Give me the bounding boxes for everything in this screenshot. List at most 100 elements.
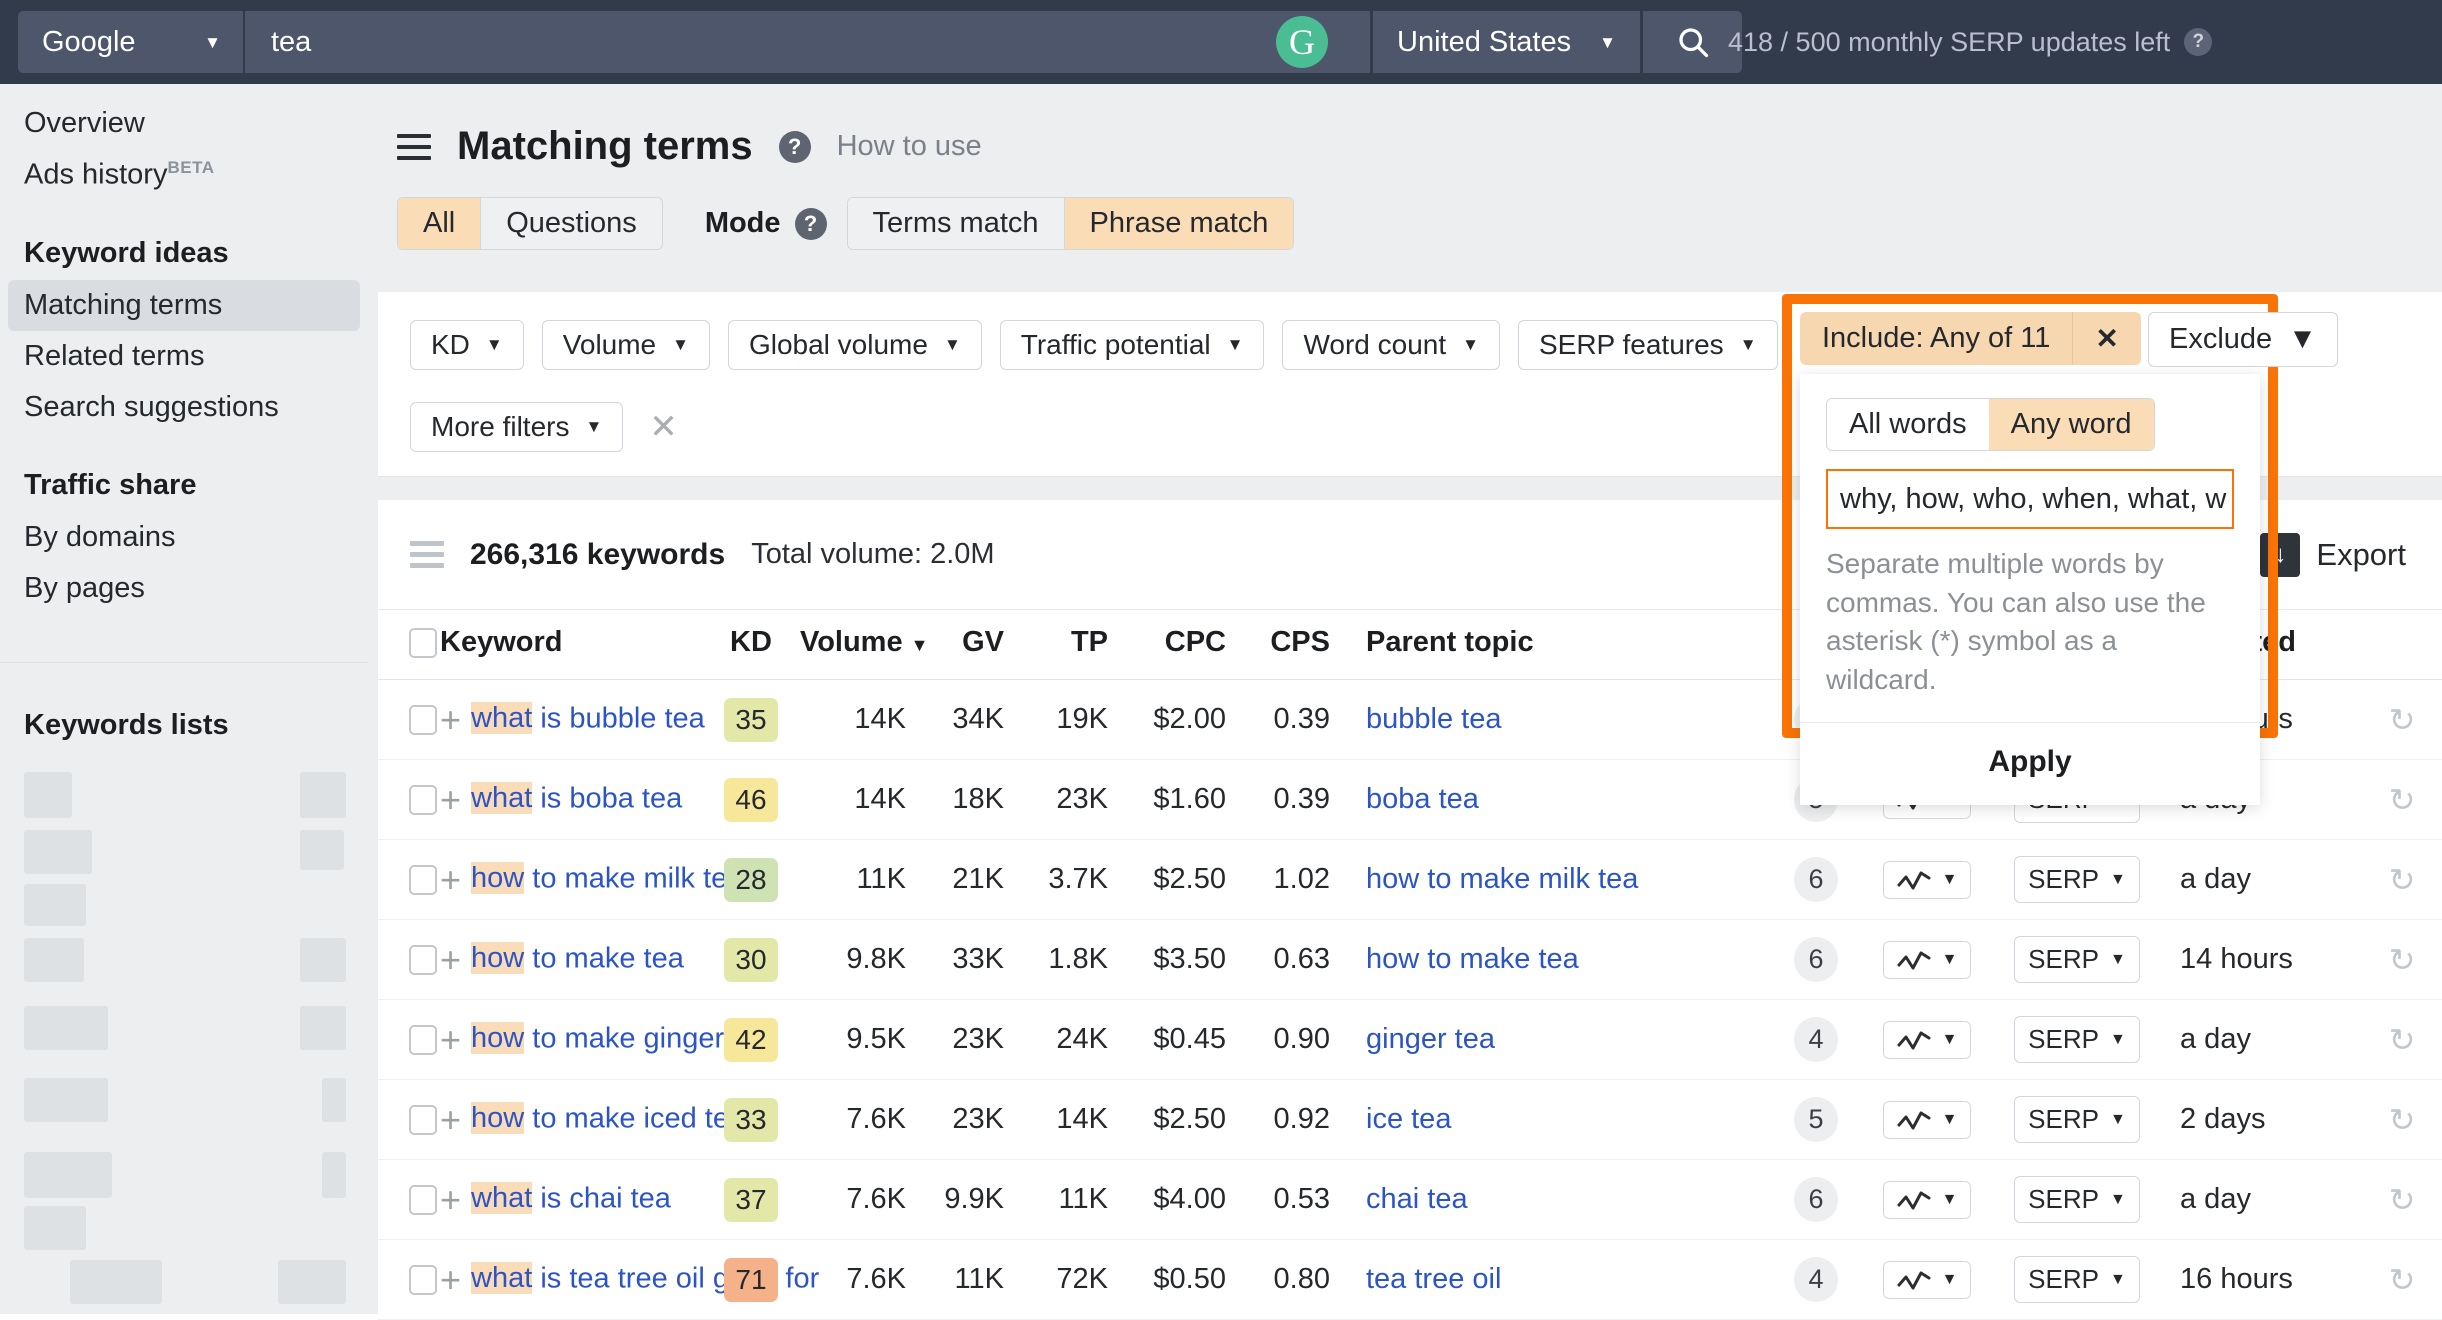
grammarly-icon[interactable]: G <box>1276 16 1328 68</box>
help-icon[interactable]: ? <box>779 131 811 163</box>
menu-icon[interactable] <box>397 134 431 160</box>
add-keyword-icon[interactable]: + <box>440 1262 461 1298</box>
include-words-input[interactable]: why, how, who, when, what, w <box>1826 469 2234 529</box>
parent-topic-link[interactable]: bubble tea <box>1366 703 1501 735</box>
parent-topic-link[interactable]: ice tea <box>1366 1103 1451 1135</box>
row-checkbox[interactable] <box>409 1185 437 1215</box>
sidebar-item-by-domains[interactable]: By domains <box>8 512 360 563</box>
parent-topic-link[interactable]: tea tree oil <box>1366 1263 1501 1295</box>
keyword-link[interactable]: what is boba tea <box>471 782 682 814</box>
serp-button[interactable]: SERP▼ <box>2014 1096 2140 1143</box>
keyword-link[interactable]: what is bubble tea <box>471 702 705 734</box>
filter-serp-features[interactable]: SERP features▼ <box>1518 320 1778 370</box>
refresh-icon[interactable]: ↻ <box>2389 862 2416 898</box>
trend-button[interactable]: ▼ <box>1883 941 1972 979</box>
col-tp[interactable]: TP <box>1014 610 1118 680</box>
refresh-icon[interactable]: ↻ <box>2389 1022 2416 1058</box>
col-keyword[interactable]: Keyword <box>440 610 702 680</box>
parent-topic-link[interactable]: chai tea <box>1366 1183 1468 1215</box>
keyword-link[interactable]: how to make iced tea <box>471 1102 745 1134</box>
refresh-icon[interactable]: ↻ <box>2389 1182 2416 1218</box>
filter-more-filters[interactable]: More filters▼ <box>410 402 623 452</box>
filter-volume[interactable]: Volume▼ <box>542 320 710 370</box>
col-cps[interactable]: CPS <box>1236 610 1340 680</box>
serp-button[interactable]: SERP▼ <box>2014 1176 2140 1223</box>
table-row[interactable]: +what is tea tree oil good for717.6K11K7… <box>378 1240 2442 1320</box>
parent-topic-link[interactable]: boba tea <box>1366 783 1479 815</box>
serp-button[interactable]: SERP▼ <box>2014 856 2140 903</box>
add-keyword-icon[interactable]: + <box>440 1022 461 1058</box>
col-kd[interactable]: KD <box>702 610 800 680</box>
table-row[interactable]: +how to make milk tea2811K21K3.7K$2.501.… <box>378 840 2442 920</box>
trend-button[interactable]: ▼ <box>1883 1101 1972 1139</box>
filter-kd[interactable]: KD▼ <box>410 320 524 370</box>
sidebar-item-related-terms[interactable]: Related terms <box>8 331 360 382</box>
serp-button[interactable]: SERP▼ <box>2014 1256 2140 1303</box>
col-volume[interactable]: Volume▼ <box>800 610 918 680</box>
parent-topic-link[interactable]: how to make milk tea <box>1366 863 1638 895</box>
col-parent-topic[interactable]: Parent topic <box>1340 610 1770 680</box>
add-keyword-icon[interactable]: + <box>440 702 461 738</box>
filter-traffic-potential[interactable]: Traffic potential▼ <box>1000 320 1265 370</box>
option-all-words[interactable]: All words <box>1827 399 1989 450</box>
sidebar-item-by-pages[interactable]: By pages <box>8 563 360 614</box>
trend-button[interactable]: ▼ <box>1883 1261 1972 1299</box>
sidebar-item-search-suggestions[interactable]: Search suggestions <box>8 382 360 433</box>
table-row[interactable]: +what is chai tea377.6K9.9K11K$4.000.53c… <box>378 1160 2442 1240</box>
filter-exclude[interactable]: Exclude ▼ <box>2148 312 2338 367</box>
tab-phrase-match[interactable]: Phrase match <box>1065 198 1294 249</box>
filter-word-count[interactable]: Word count▼ <box>1282 320 1500 370</box>
parent-topic-link[interactable]: ginger tea <box>1366 1023 1495 1055</box>
sidebar-item-overview[interactable]: Overview <box>8 98 360 149</box>
keyword-link[interactable]: what is chai tea <box>471 1182 671 1214</box>
table-row[interactable]: +how to make ginger tea429.5K23K24K$0.45… <box>378 1000 2442 1080</box>
col-cpc[interactable]: CPC <box>1118 610 1236 680</box>
row-checkbox[interactable] <box>409 1025 437 1055</box>
row-checkbox[interactable] <box>409 865 437 895</box>
search-engine-select[interactable]: Google ▼ <box>18 11 245 73</box>
close-icon[interactable]: ✕ <box>2072 312 2140 365</box>
tab-all[interactable]: All <box>398 198 481 249</box>
tab-terms-match[interactable]: Terms match <box>848 198 1065 249</box>
help-icon[interactable]: ? <box>2184 28 2212 56</box>
row-checkbox[interactable] <box>409 1105 437 1135</box>
parent-topic-link[interactable]: how to make tea <box>1366 943 1579 975</box>
search-input[interactable]: tea G <box>245 11 1370 73</box>
sidebar-item-matching-terms[interactable]: Matching terms <box>8 280 360 331</box>
select-all-checkbox[interactable] <box>409 628 437 658</box>
country-select[interactable]: United States ▼ <box>1370 11 1640 73</box>
apply-button[interactable]: Apply <box>1800 722 2260 805</box>
export-button[interactable]: ↓ Export <box>2260 533 2406 577</box>
trend-button[interactable]: ▼ <box>1883 1181 1972 1219</box>
help-icon[interactable]: ? <box>795 208 827 240</box>
serp-button[interactable]: SERP▼ <box>2014 1016 2140 1063</box>
row-checkbox[interactable] <box>409 1265 437 1295</box>
clear-filters-icon[interactable]: ✕ <box>641 410 686 444</box>
add-keyword-icon[interactable]: + <box>440 942 461 978</box>
refresh-icon[interactable]: ↻ <box>2389 1102 2416 1138</box>
filter-include-chip[interactable]: Include: Any of 11 ✕ <box>1800 312 2141 365</box>
keyword-link[interactable]: how to make tea <box>471 942 684 974</box>
add-keyword-icon[interactable]: + <box>440 782 461 818</box>
keyword-link[interactable]: how to make milk tea <box>471 862 743 894</box>
add-keyword-icon[interactable]: + <box>440 1182 461 1218</box>
filter-global-volume[interactable]: Global volume▼ <box>728 320 982 370</box>
refresh-icon[interactable]: ↻ <box>2389 942 2416 978</box>
tab-questions[interactable]: Questions <box>481 198 662 249</box>
refresh-icon[interactable]: ↻ <box>2389 702 2416 738</box>
refresh-icon[interactable]: ↻ <box>2389 1262 2416 1298</box>
add-keyword-icon[interactable]: + <box>440 1102 461 1138</box>
row-checkbox[interactable] <box>409 945 437 975</box>
row-checkbox[interactable] <box>409 785 437 815</box>
serp-button[interactable]: SERP▼ <box>2014 936 2140 983</box>
trend-button[interactable]: ▼ <box>1883 1021 1972 1059</box>
row-checkbox[interactable] <box>409 705 437 735</box>
list-view-icon[interactable] <box>410 541 444 568</box>
refresh-icon[interactable]: ↻ <box>2389 782 2416 818</box>
sidebar-item-ads-history[interactable]: Ads historyBETA <box>8 149 360 201</box>
how-to-use-link[interactable]: How to use <box>837 130 982 163</box>
add-keyword-icon[interactable]: + <box>440 862 461 898</box>
search-button[interactable] <box>1640 11 1742 73</box>
table-row[interactable]: +how to make tea309.8K33K1.8K$3.500.63ho… <box>378 920 2442 1000</box>
trend-button[interactable]: ▼ <box>1883 861 1972 899</box>
